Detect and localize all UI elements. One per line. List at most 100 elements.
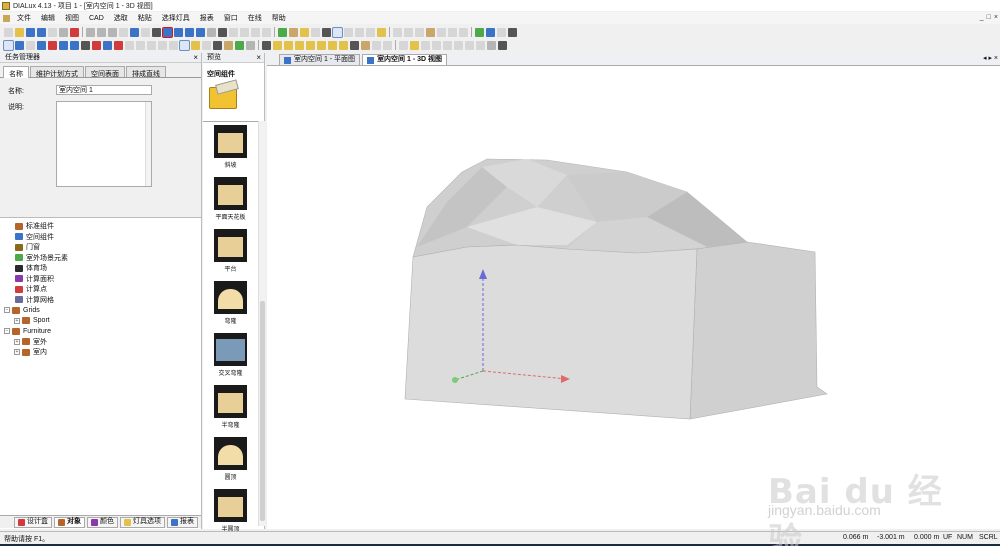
- preview-thumbnail[interactable]: [214, 177, 247, 210]
- light-scene-icon[interactable]: [300, 27, 309, 37]
- orbit-icon[interactable]: [179, 39, 190, 51]
- light-icon[interactable]: [366, 27, 375, 37]
- chart-icon[interactable]: [448, 27, 457, 37]
- door-icon[interactable]: [306, 40, 315, 50]
- cut-icon[interactable]: [86, 27, 95, 37]
- key-icon[interactable]: [377, 27, 386, 37]
- preview-thumbnail[interactable]: [214, 333, 247, 366]
- material-icon[interactable]: [246, 40, 255, 50]
- sun-icon[interactable]: [344, 27, 353, 37]
- furniture-icon[interactable]: [289, 27, 298, 37]
- menu-select-luminaire[interactable]: 选择灯具: [157, 13, 195, 23]
- preview-thumbnail[interactable]: [214, 385, 247, 418]
- zoom-in-icon[interactable]: [229, 27, 238, 37]
- pdf-icon[interactable]: [70, 27, 79, 37]
- camera-icon[interactable]: [202, 40, 211, 50]
- lamp-icon[interactable]: [410, 40, 419, 50]
- preview-thumbnail[interactable]: [214, 229, 247, 262]
- snap-icon[interactable]: [37, 40, 46, 50]
- menu-cad[interactable]: CAD: [84, 15, 109, 22]
- toolbar-overflow-icon[interactable]: [322, 27, 331, 37]
- tree-item[interactable]: 计算面积: [0, 274, 201, 285]
- new-file-icon[interactable]: [4, 27, 13, 37]
- folder-icon[interactable]: [209, 87, 237, 109]
- toolbar-overflow-icon[interactable]: [508, 27, 517, 37]
- angle-icon[interactable]: [465, 40, 474, 50]
- close-icon[interactable]: ×: [193, 53, 198, 63]
- preview-item[interactable]: 平面天花板: [203, 174, 258, 226]
- rotate-icon[interactable]: [26, 40, 35, 50]
- crop-icon[interactable]: [372, 40, 381, 50]
- array-icon[interactable]: [59, 40, 68, 50]
- preview-item[interactable]: 交叉弯隆: [203, 330, 258, 382]
- preview-item[interactable]: 弯隆: [203, 278, 258, 330]
- line-icon[interactable]: [432, 40, 441, 50]
- expand-icon[interactable]: +: [14, 317, 20, 324]
- expand-icon[interactable]: −: [4, 307, 10, 314]
- copy-icon[interactable]: [97, 27, 106, 37]
- tree-item[interactable]: 门窗: [0, 242, 201, 253]
- toolbar-overflow-icon[interactable]: [498, 40, 507, 50]
- pan-icon[interactable]: [262, 27, 271, 37]
- view-red2-icon[interactable]: [114, 40, 123, 50]
- measure-icon[interactable]: [136, 40, 145, 50]
- preview-thumbnail[interactable]: [214, 125, 247, 158]
- tab-arrangement[interactable]: 排成直线: [126, 66, 166, 78]
- scrollbar-thumb[interactable]: [260, 301, 265, 521]
- bottom-tab[interactable]: 报表: [167, 516, 198, 528]
- tree-item[interactable]: + 室内: [0, 347, 201, 358]
- menu-window[interactable]: 窗口: [219, 13, 243, 23]
- tree-item[interactable]: 计算点: [0, 284, 201, 295]
- menu-help[interactable]: 帮助: [267, 13, 291, 23]
- beam-icon[interactable]: [339, 40, 348, 50]
- globe-icon[interactable]: [355, 27, 364, 37]
- description-field[interactable]: [56, 101, 152, 187]
- undo-icon[interactable]: [130, 27, 139, 37]
- print-icon[interactable]: [59, 27, 68, 37]
- document-nav[interactable]: ◂ ▸ ×: [983, 54, 998, 62]
- report-icon[interactable]: [393, 27, 402, 37]
- print-preview-icon[interactable]: [48, 27, 57, 37]
- tree-icon[interactable]: [399, 40, 408, 50]
- menu-paste[interactable]: 粘贴: [133, 13, 157, 23]
- tree-item[interactable]: 计算网格: [0, 295, 201, 306]
- move-icon[interactable]: [15, 40, 24, 50]
- view-blue-icon[interactable]: [103, 40, 112, 50]
- options-icon[interactable]: [497, 27, 506, 37]
- zoom-icon[interactable]: [169, 40, 178, 50]
- zoom-window-icon[interactable]: [251, 27, 260, 37]
- plan-view-icon[interactable]: [174, 27, 183, 37]
- polyline-icon[interactable]: [443, 40, 452, 50]
- cube-icon[interactable]: [284, 40, 293, 50]
- bottom-tab[interactable]: 颜色: [87, 516, 118, 528]
- mirror-icon[interactable]: [48, 40, 57, 50]
- redo-icon[interactable]: [141, 27, 150, 37]
- delete-icon[interactable]: [119, 27, 128, 37]
- tree-item[interactable]: + Sport: [0, 316, 201, 327]
- bottom-tab[interactable]: 设计盒: [14, 516, 52, 528]
- menu-edit[interactable]: 编辑: [36, 13, 60, 23]
- restore-icon[interactable]: □: [987, 14, 991, 21]
- settings-icon[interactable]: [486, 27, 495, 37]
- menu-online[interactable]: 在线: [243, 13, 267, 23]
- document-icon[interactable]: [3, 14, 10, 22]
- close-icon[interactable]: ×: [256, 53, 261, 63]
- curve-icon[interactable]: [454, 40, 463, 50]
- tab-room-surfaces[interactable]: 空间表面: [85, 66, 125, 78]
- room-3d-model[interactable]: [267, 67, 1000, 529]
- shape-icon[interactable]: [262, 40, 271, 50]
- bottom-tab[interactable]: 灯具选项: [120, 516, 165, 528]
- wall-icon[interactable]: [295, 40, 304, 50]
- tab-name[interactable]: 名称: [3, 66, 29, 78]
- pencil-icon[interactable]: [426, 27, 435, 37]
- tree-item[interactable]: 标准组件: [0, 221, 201, 232]
- side-view-icon[interactable]: [185, 27, 194, 37]
- 3d-viewport[interactable]: [267, 67, 1000, 529]
- menu-report[interactable]: 报表: [195, 13, 219, 23]
- list-icon[interactable]: [415, 27, 424, 37]
- tree-item[interactable]: + 室外: [0, 337, 201, 348]
- tree-item[interactable]: 空间组件: [0, 232, 201, 243]
- bottom-tab[interactable]: 对象: [54, 516, 85, 528]
- open-folder-icon[interactable]: [15, 27, 24, 37]
- toolbar-overflow-icon[interactable]: [350, 40, 359, 50]
